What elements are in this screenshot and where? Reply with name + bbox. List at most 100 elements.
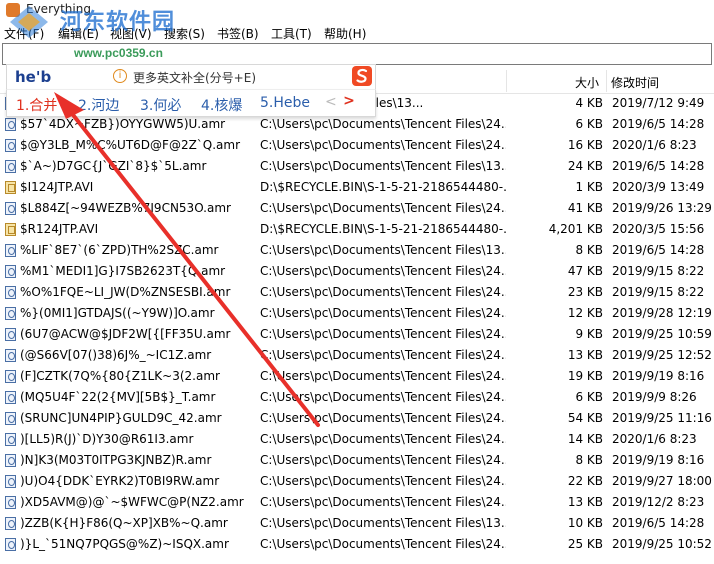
file-date: 2019/9/19 8:16 bbox=[612, 369, 705, 383]
table-row[interactable]: )[LL5)R(J)`D)Y30@R61I3.amr C:\Users\pc\Do… bbox=[0, 429, 714, 450]
file-size: 24 KB bbox=[567, 159, 603, 173]
table-row[interactable]: $57`4DX~FZB})OYYGWW5)U.amr C:\Users\pc\Do… bbox=[0, 114, 714, 135]
file-size: 13 KB bbox=[567, 348, 603, 362]
menu-item[interactable]: 工具(T) bbox=[271, 25, 312, 42]
table-row[interactable]: )}L_`51NQ7PQGS@%Z)~ISQX.amr C:\Users\pc\D… bbox=[0, 534, 714, 555]
ime-composition-text: he'b bbox=[15, 68, 52, 86]
file-date: 2019/12/2 8:23 bbox=[612, 495, 705, 509]
ime-candidate[interactable]: 3.何必 bbox=[140, 95, 181, 115]
file-name: $I124JTP.AVI bbox=[20, 180, 94, 194]
file-path: C:\Users\pc\Documents\Tencent Files\24..… bbox=[260, 453, 506, 467]
audio-file-icon bbox=[5, 118, 16, 131]
file-size: 41 KB bbox=[567, 201, 603, 215]
ime-candidate[interactable]: 4.核爆 bbox=[201, 95, 242, 115]
table-row[interactable]: (F]CZTK(7Q%{80{Z1LK~3(2.amr C:\Users\pc\D… bbox=[0, 366, 714, 387]
audio-file-icon bbox=[5, 328, 16, 341]
audio-file-icon bbox=[5, 391, 16, 404]
audio-file-icon bbox=[5, 412, 16, 425]
audio-file-icon bbox=[5, 496, 16, 509]
audio-file-icon bbox=[5, 370, 16, 383]
table-row[interactable]: $@Y3LB_M%C%UT6D@F@2Z`Q.amr C:\Users\pc\Do… bbox=[0, 135, 714, 156]
file-name: )}L_`51NQ7PQGS@%Z)~ISQX.amr bbox=[20, 537, 229, 551]
audio-file-icon bbox=[5, 517, 16, 530]
ime-candidate[interactable]: 5.Hebe bbox=[260, 95, 310, 111]
file-size: 54 KB bbox=[567, 411, 603, 425]
ime-hint[interactable]: 更多英文补全(分号+E) bbox=[133, 69, 256, 86]
table-row[interactable]: $R124JTP.AVI D:\$RECYCLE.BIN\S-1-5-21-218… bbox=[0, 219, 714, 240]
table-row[interactable]: %LIF`8E7`(6`ZPD)TH%2SZC.amr C:\Users\pc\D… bbox=[0, 240, 714, 261]
file-name: %M1`MEDI1]G}I7SB2623T{Q.amr bbox=[20, 264, 226, 278]
file-size: 23 KB bbox=[567, 285, 603, 299]
file-path: C:\Users\pc\Documents\Tencent Files\24..… bbox=[260, 390, 506, 404]
file-date: 2020/1/6 8:23 bbox=[612, 432, 697, 446]
file-name: )[LL5)R(J)`D)Y30@R61I3.amr bbox=[20, 432, 194, 446]
file-date: 2020/1/6 8:23 bbox=[612, 138, 697, 152]
file-size: 1 KB bbox=[575, 180, 603, 194]
file-date: 2019/9/27 18:00 bbox=[612, 474, 712, 488]
file-name: (@S66V[07()38)6J%_~IC1Z.amr bbox=[20, 348, 212, 362]
video-file-icon bbox=[5, 223, 16, 236]
table-row[interactable]: $I124JTP.AVI D:\$RECYCLE.BIN\S-1-5-21-218… bbox=[0, 177, 714, 198]
file-name: %LIF`8E7`(6`ZPD)TH%2SZC.amr bbox=[20, 243, 219, 257]
ime-next-page-icon[interactable]: > bbox=[341, 93, 357, 111]
file-path: C:\Users\pc\Documents\Tencent Files\24..… bbox=[260, 369, 506, 383]
table-row[interactable]: (6U7@ACW@$JDF2W[{[FF35U.amr C:\Users\pc\D… bbox=[0, 324, 714, 345]
table-row[interactable]: (@S66V[07()38)6J%_~IC1Z.amr C:\Users\pc\D… bbox=[0, 345, 714, 366]
column-header-date[interactable]: 修改时间 bbox=[611, 74, 659, 91]
file-size: 4 KB bbox=[575, 96, 603, 110]
file-name: $R124JTP.AVI bbox=[20, 222, 99, 236]
file-path: C:\Users\pc\Documents\Tencent Files\24..… bbox=[260, 327, 506, 341]
file-path: D:\$RECYCLE.BIN\S-1-5-21-2186544480-... bbox=[260, 180, 506, 194]
menu-item[interactable]: 书签(B) bbox=[217, 25, 259, 42]
file-date: 2019/6/5 14:28 bbox=[612, 243, 705, 257]
file-date: 2019/9/19 8:16 bbox=[612, 453, 705, 467]
file-date: 2019/7/12 9:49 bbox=[612, 96, 705, 110]
watermark-title: 河东软件园 bbox=[60, 10, 176, 35]
file-path: C:\Users\pc\Documents\Tencent Files\24..… bbox=[260, 411, 506, 425]
ime-composition-bar: he'b i 更多英文补全(分号+E) bbox=[6, 64, 376, 89]
ime-prev-page-icon[interactable]: < bbox=[325, 94, 337, 110]
table-row[interactable]: )N]K3(M03T0ITPG3KJNBZ)R.amr C:\Users\pc\D… bbox=[0, 450, 714, 471]
ime-candidate[interactable]: 1.合并 bbox=[16, 95, 57, 115]
file-name: )ZZB(K{H}F86(Q~XP]XB%~Q.amr bbox=[20, 516, 228, 530]
table-row[interactable]: $L884Z[~94WEZB%7J9CN53O.amr C:\Users\pc\D… bbox=[0, 198, 714, 219]
column-separator[interactable] bbox=[606, 70, 607, 92]
table-row[interactable]: $`A~)D7GC{J`GZI`8}$`5L.amr C:\Users\pc\Do… bbox=[0, 156, 714, 177]
file-size: 6 KB bbox=[575, 390, 603, 404]
file-size: 6 KB bbox=[575, 117, 603, 131]
table-row[interactable]: )XD5AVM@)@`~$WFWC@P(NZ2.amr C:\Users\pc\D… bbox=[0, 492, 714, 513]
file-path: D:\$RECYCLE.BIN\S-1-5-21-2186544480-... bbox=[260, 222, 506, 236]
audio-file-icon bbox=[5, 475, 16, 488]
file-size: 16 KB bbox=[567, 138, 603, 152]
file-size: 9 KB bbox=[575, 327, 603, 341]
table-row[interactable]: (MQ5U4F`22(2{MV][5B$}_T.amr C:\Users\pc\D… bbox=[0, 387, 714, 408]
info-icon: i bbox=[113, 69, 127, 83]
audio-file-icon bbox=[5, 286, 16, 299]
file-path: C:\Users\pc\Documents\Tencent Files\24..… bbox=[260, 495, 506, 509]
file-size: 22 KB bbox=[567, 474, 603, 488]
file-name: %O%1FQE~LI_JW(D%ZNSESBI.amr bbox=[20, 285, 231, 299]
video-file-icon bbox=[5, 181, 16, 194]
file-name: (F]CZTK(7Q%{80{Z1LK~3(2.amr bbox=[20, 369, 220, 383]
menu-item[interactable]: 帮助(H) bbox=[324, 25, 366, 42]
file-date: 2019/9/25 12:52 bbox=[612, 348, 712, 362]
results-list: cuments\Tencent Files\13...4 KB2019/7/12… bbox=[0, 93, 714, 555]
column-header-size[interactable]: 大小 bbox=[575, 74, 599, 91]
file-size: 12 KB bbox=[567, 306, 603, 320]
column-separator[interactable] bbox=[506, 70, 507, 92]
table-row[interactable]: %O%1FQE~LI_JW(D%ZNSESBI.amr C:\Users\pc\D… bbox=[0, 282, 714, 303]
table-row[interactable]: )U)O4{DDK`EYRK2)T0BI9RW.amr C:\Users\pc\D… bbox=[0, 471, 714, 492]
file-date: 2019/6/5 14:28 bbox=[612, 516, 705, 530]
file-path: C:\Users\pc\Documents\Tencent Files\24..… bbox=[260, 474, 506, 488]
audio-file-icon bbox=[5, 244, 16, 257]
table-row[interactable]: (SRUNC]UN4PIP}GULD9C_42.amr C:\Users\pc\D… bbox=[0, 408, 714, 429]
file-path: C:\Users\pc\Documents\Tencent Files\13..… bbox=[260, 159, 506, 173]
file-name: $@Y3LB_M%C%UT6D@F@2Z`Q.amr bbox=[20, 138, 241, 152]
ime-candidate[interactable]: 2.河边 bbox=[78, 95, 119, 115]
audio-file-icon bbox=[5, 433, 16, 446]
table-row[interactable]: %}(0MI1]GTDAJS((~Y9W)]O.amr C:\Users\pc\D… bbox=[0, 303, 714, 324]
file-name: %}(0MI1]GTDAJS((~Y9W)]O.amr bbox=[20, 306, 215, 320]
table-row[interactable]: )ZZB(K{H}F86(Q~XP]XB%~Q.amr C:\Users\pc\D… bbox=[0, 513, 714, 534]
file-name: $L884Z[~94WEZB%7J9CN53O.amr bbox=[20, 201, 231, 215]
table-row[interactable]: %M1`MEDI1]G}I7SB2623T{Q.amr C:\Users\pc\D… bbox=[0, 261, 714, 282]
